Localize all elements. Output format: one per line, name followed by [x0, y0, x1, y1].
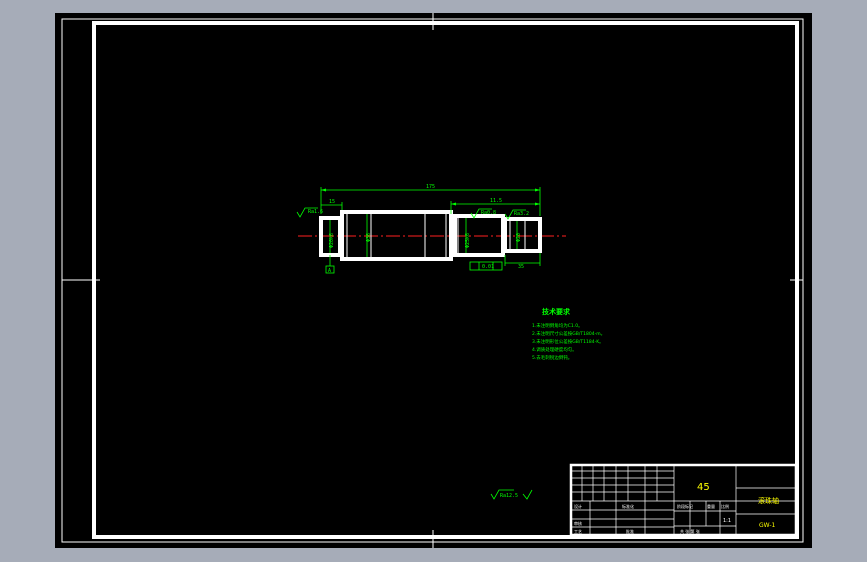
label-sheet: 共 张 第 张 [680, 528, 700, 534]
dim-right-end: 35 [518, 264, 524, 270]
label-approve: 批准 [626, 528, 634, 534]
tech-note: 3.未注明形位公差按GB/T1184-K。 [532, 338, 604, 345]
drawing-number-text: GW-1 [759, 522, 776, 529]
dim-right-span: 11.5 [490, 198, 502, 204]
tech-note: 1.未注明倒角均为C1.0。 [532, 322, 583, 329]
tech-title: 技术要求 [542, 307, 571, 316]
dim-main-dia: Φ36 [366, 233, 372, 242]
dim-mid-dia: Φ25k6 [465, 233, 471, 248]
tech-note: 2.未注明尺寸公差按GB/T1804-m。 [532, 330, 605, 337]
tech-note: 5.去毛刺锐边倒钝。 [532, 354, 572, 361]
tech-note: 4.调质处理硬度均匀。 [532, 346, 577, 353]
tolerance-value: 0.01 [482, 264, 494, 270]
cad-viewport[interactable]: 175 15 11.5 35 Ra1.6 Ra0.8 Ra3.2 A 0.01 … [0, 0, 867, 562]
dim-left-step: 15 [329, 199, 335, 205]
label-weight: 重量 [707, 503, 715, 509]
dim-overall: 175 [426, 184, 435, 190]
label-standard: 标准化 [622, 503, 634, 509]
datum-label: A [328, 268, 331, 274]
dim-right-dia: Φ20 [516, 233, 522, 242]
title-block: 设计 审核 工艺 标准化 批准 阶段标记 重量 比例 共 张 第 张 45 滚珠… [569, 463, 798, 537]
dim-left-dia: Φ20k6 [329, 233, 335, 248]
label-process: 工艺 [574, 529, 582, 534]
roughness-general: Ra12.5 [500, 493, 518, 499]
label-stage: 阶段标记 [677, 503, 693, 509]
label-ratio: 比例 [721, 503, 729, 509]
label-design: 设计 [574, 503, 582, 509]
material-text: 45 [697, 482, 710, 493]
label-check: 审核 [574, 520, 582, 526]
part-name-text: 滚珠轴 [758, 496, 779, 505]
roughness-right: Ra3.2 [514, 211, 529, 217]
roughness-left: Ra1.6 [308, 209, 323, 215]
roughness-mid: Ra0.8 [481, 210, 496, 216]
scale-text: 1:1 [723, 518, 731, 524]
